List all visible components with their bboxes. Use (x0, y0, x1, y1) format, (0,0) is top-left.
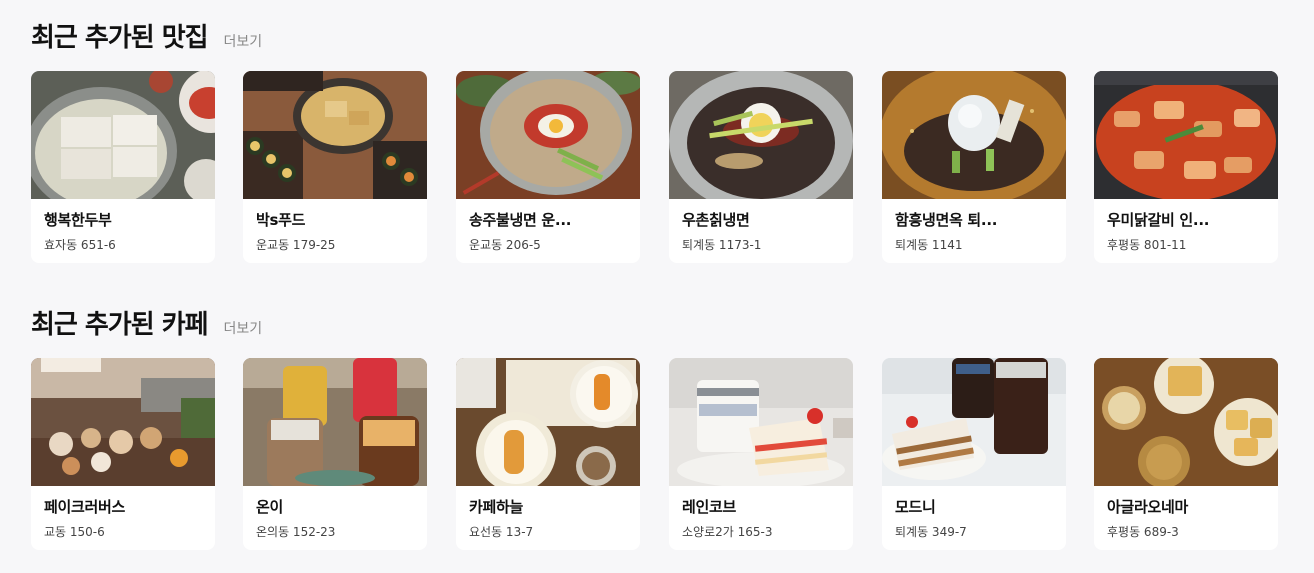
cafe-card[interactable]: 카페하늘 요선동 13-7 (456, 358, 640, 550)
place-name: 레인코브 (682, 498, 737, 516)
place-name: 송주불냉면 운... (469, 211, 572, 229)
place-address: 퇴계동 349-7 (895, 525, 967, 539)
place-name: 박s푸드 (256, 211, 306, 229)
card-thumbnail (243, 358, 427, 486)
place-name: 온이 (256, 498, 284, 516)
spicy-cold-noodles-photo (456, 71, 640, 199)
carrot-cake-coffee-photo (882, 358, 1066, 486)
place-name: 페이크러버스 (44, 498, 126, 516)
place-address: 후평동 689-3 (1107, 525, 1179, 539)
cafe-card[interactable]: 온이 온의동 152-23 (243, 358, 427, 550)
restaurants-header: 최근 추가된 맛집 더보기 (31, 18, 1278, 58)
place-name: 행복한두부 (44, 211, 112, 229)
card-thumbnail (882, 358, 1066, 486)
place-address: 퇴계동 1173-1 (682, 238, 762, 252)
cafe-card[interactable]: 아글라오네마 후평동 689-3 (1094, 358, 1278, 550)
restaurant-card[interactable]: 행복한두부 효자동 651-6 (31, 71, 215, 263)
place-address: 운교동 206-5 (469, 238, 541, 252)
honey-bread-photo (1094, 358, 1278, 486)
place-name: 우미닭갈비 인... (1107, 211, 1210, 229)
strawberry-cake-photo (669, 358, 853, 486)
card-thumbnail (456, 71, 640, 199)
arrowroot-cold-noodles-photo (669, 71, 853, 199)
restaurant-card[interactable]: 우미닭갈비 인... 후평동 801-11 (1094, 71, 1278, 263)
card-thumbnail (882, 71, 1066, 199)
cafe-card[interactable]: 레인코브 소양로2가 165-3 (669, 358, 853, 550)
card-thumbnail (31, 71, 215, 199)
restaurants-section: 최근 추가된 맛집 더보기 행복한두부 효자동 651-6 박s푸드 운교동 1… (31, 18, 1278, 263)
tofu-stew-photo (31, 71, 215, 199)
place-name: 함흥냉면옥 퇴... (895, 211, 998, 229)
iced-drinks-photo (243, 358, 427, 486)
place-address: 운교동 179-25 (256, 238, 336, 252)
place-name: 카페하늘 (469, 498, 524, 516)
restaurant-card-list: 행복한두부 효자동 651-6 박s푸드 운교동 179-25 송주불냉면 운.… (31, 71, 1278, 263)
card-thumbnail (31, 358, 215, 486)
restaurant-card[interactable]: 송주불냉면 운... 운교동 206-5 (456, 71, 640, 263)
card-thumbnail (456, 358, 640, 486)
place-name: 우촌칡냉면 (682, 211, 750, 229)
restaurant-card[interactable]: 우촌칡냉면 퇴계동 1173-1 (669, 71, 853, 263)
toast-plates-photo (456, 358, 640, 486)
hamhung-noodles-photo (882, 71, 1066, 199)
place-address: 요선동 13-7 (469, 525, 534, 539)
dakgalbi-photo (1094, 71, 1278, 199)
cafe-card-list: 페이크러버스 교동 150-6 온이 온의동 152-23 카페하늘 요선동 1… (31, 358, 1278, 550)
section-title: 최근 추가된 맛집 (31, 23, 209, 53)
card-thumbnail (243, 71, 427, 199)
cafe-card[interactable]: 모드니 퇴계동 349-7 (882, 358, 1066, 550)
restaurant-card[interactable]: 박s푸드 운교동 179-25 (243, 71, 427, 263)
more-link[interactable]: 더보기 (224, 309, 263, 349)
cafes-section: 최근 추가된 카페 더보기 페이크러버스 교동 150-6 온이 온의동 152… (31, 305, 1278, 550)
place-address: 온의동 152-23 (256, 525, 336, 539)
place-address: 퇴계동 1141 (895, 238, 963, 252)
gimbap-tteokbokki-photo (243, 71, 427, 199)
place-address: 교동 150-6 (44, 525, 105, 539)
restaurant-card[interactable]: 함흥냉면옥 퇴... 퇴계동 1141 (882, 71, 1066, 263)
more-link[interactable]: 더보기 (224, 22, 263, 62)
place-address: 효자동 651-6 (44, 238, 116, 252)
cafe-card[interactable]: 페이크러버스 교동 150-6 (31, 358, 215, 550)
section-title: 최근 추가된 카페 (31, 310, 209, 340)
dessert-display-photo (31, 358, 215, 486)
card-thumbnail (669, 71, 853, 199)
place-name: 모드니 (895, 498, 936, 516)
card-thumbnail (669, 358, 853, 486)
cafes-header: 최근 추가된 카페 더보기 (31, 305, 1278, 345)
card-thumbnail (1094, 71, 1278, 199)
place-name: 아글라오네마 (1107, 498, 1189, 516)
place-address: 후평동 801-11 (1107, 238, 1187, 252)
place-address: 소양로2가 165-3 (682, 525, 773, 539)
card-thumbnail (1094, 358, 1278, 486)
